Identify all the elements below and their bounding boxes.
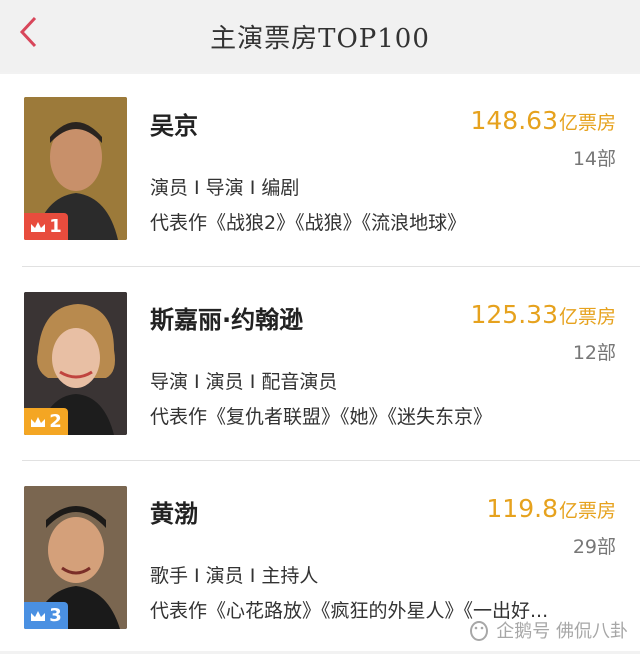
- box-office-value: 125.33: [470, 300, 558, 329]
- box-office-unit: 亿票房: [558, 112, 616, 134]
- chevron-left-icon: [19, 16, 37, 48]
- representative-works: 代表作《战狼2》《战狼》《流浪地球》: [150, 212, 467, 234]
- representative-works: 代表作《复仇者联盟》《她》《迷失东京》: [150, 406, 493, 428]
- page-title: 主演票房TOP100: [210, 23, 430, 54]
- box-office: 148.63 亿票房: [471, 106, 617, 135]
- film-count: 29部: [572, 536, 616, 558]
- actor-roles: 演员 I 导演 I 编剧: [150, 177, 300, 199]
- crown-icon: [31, 221, 46, 232]
- actor-name: 吴京: [150, 112, 198, 140]
- avatar: 3: [24, 486, 127, 629]
- top-bar: 主演票房TOP100: [0, 0, 640, 72]
- box-office-unit: 亿票房: [558, 306, 616, 328]
- crown-icon: [31, 610, 46, 621]
- avatar: 2: [24, 292, 127, 435]
- actor-name: 斯嘉丽·约翰逊: [150, 306, 304, 334]
- rank-badge: 3: [24, 602, 68, 629]
- penguin-icon: [470, 621, 489, 641]
- rank-badge: 1: [24, 213, 68, 240]
- rank-number: 3: [49, 605, 62, 626]
- box-office: 119.8 亿票房: [486, 494, 616, 523]
- actor-roles: 歌手 I 演员 I 主持人: [150, 565, 319, 587]
- box-office-unit: 亿票房: [558, 500, 616, 522]
- actor-roles: 导演 I 演员 I 配音演员: [150, 371, 338, 393]
- avatar: 1: [24, 97, 127, 240]
- rank-number: 2: [49, 411, 62, 432]
- watermark-text: 企鹅号 佛侃八卦: [496, 621, 628, 642]
- crown-icon: [31, 416, 46, 427]
- actor-list: 1 吴京 148.63 亿票房 14部 演员 I 导演 I 编剧 代表作《战狼2…: [0, 74, 640, 651]
- rank-badge: 2: [24, 408, 68, 435]
- box-office: 125.33 亿票房: [471, 300, 617, 329]
- film-count: 12部: [572, 342, 616, 364]
- box-office-value: 119.8: [486, 494, 558, 523]
- list-item[interactable]: 1 吴京 148.63 亿票房 14部 演员 I 导演 I 编剧 代表作《战狼2…: [0, 74, 640, 266]
- box-office-value: 148.63: [470, 106, 558, 135]
- rank-number: 1: [49, 216, 62, 237]
- list-item[interactable]: 2 斯嘉丽·约翰逊 125.33 亿票房 12部 导演 I 演员 I 配音演员 …: [0, 268, 640, 460]
- back-button[interactable]: [14, 14, 42, 50]
- divider: [22, 460, 640, 461]
- watermark: 企鹅号 佛侃八卦: [468, 617, 628, 643]
- actor-name: 黄渤: [150, 500, 198, 528]
- film-count: 14部: [572, 148, 616, 170]
- divider: [22, 266, 640, 267]
